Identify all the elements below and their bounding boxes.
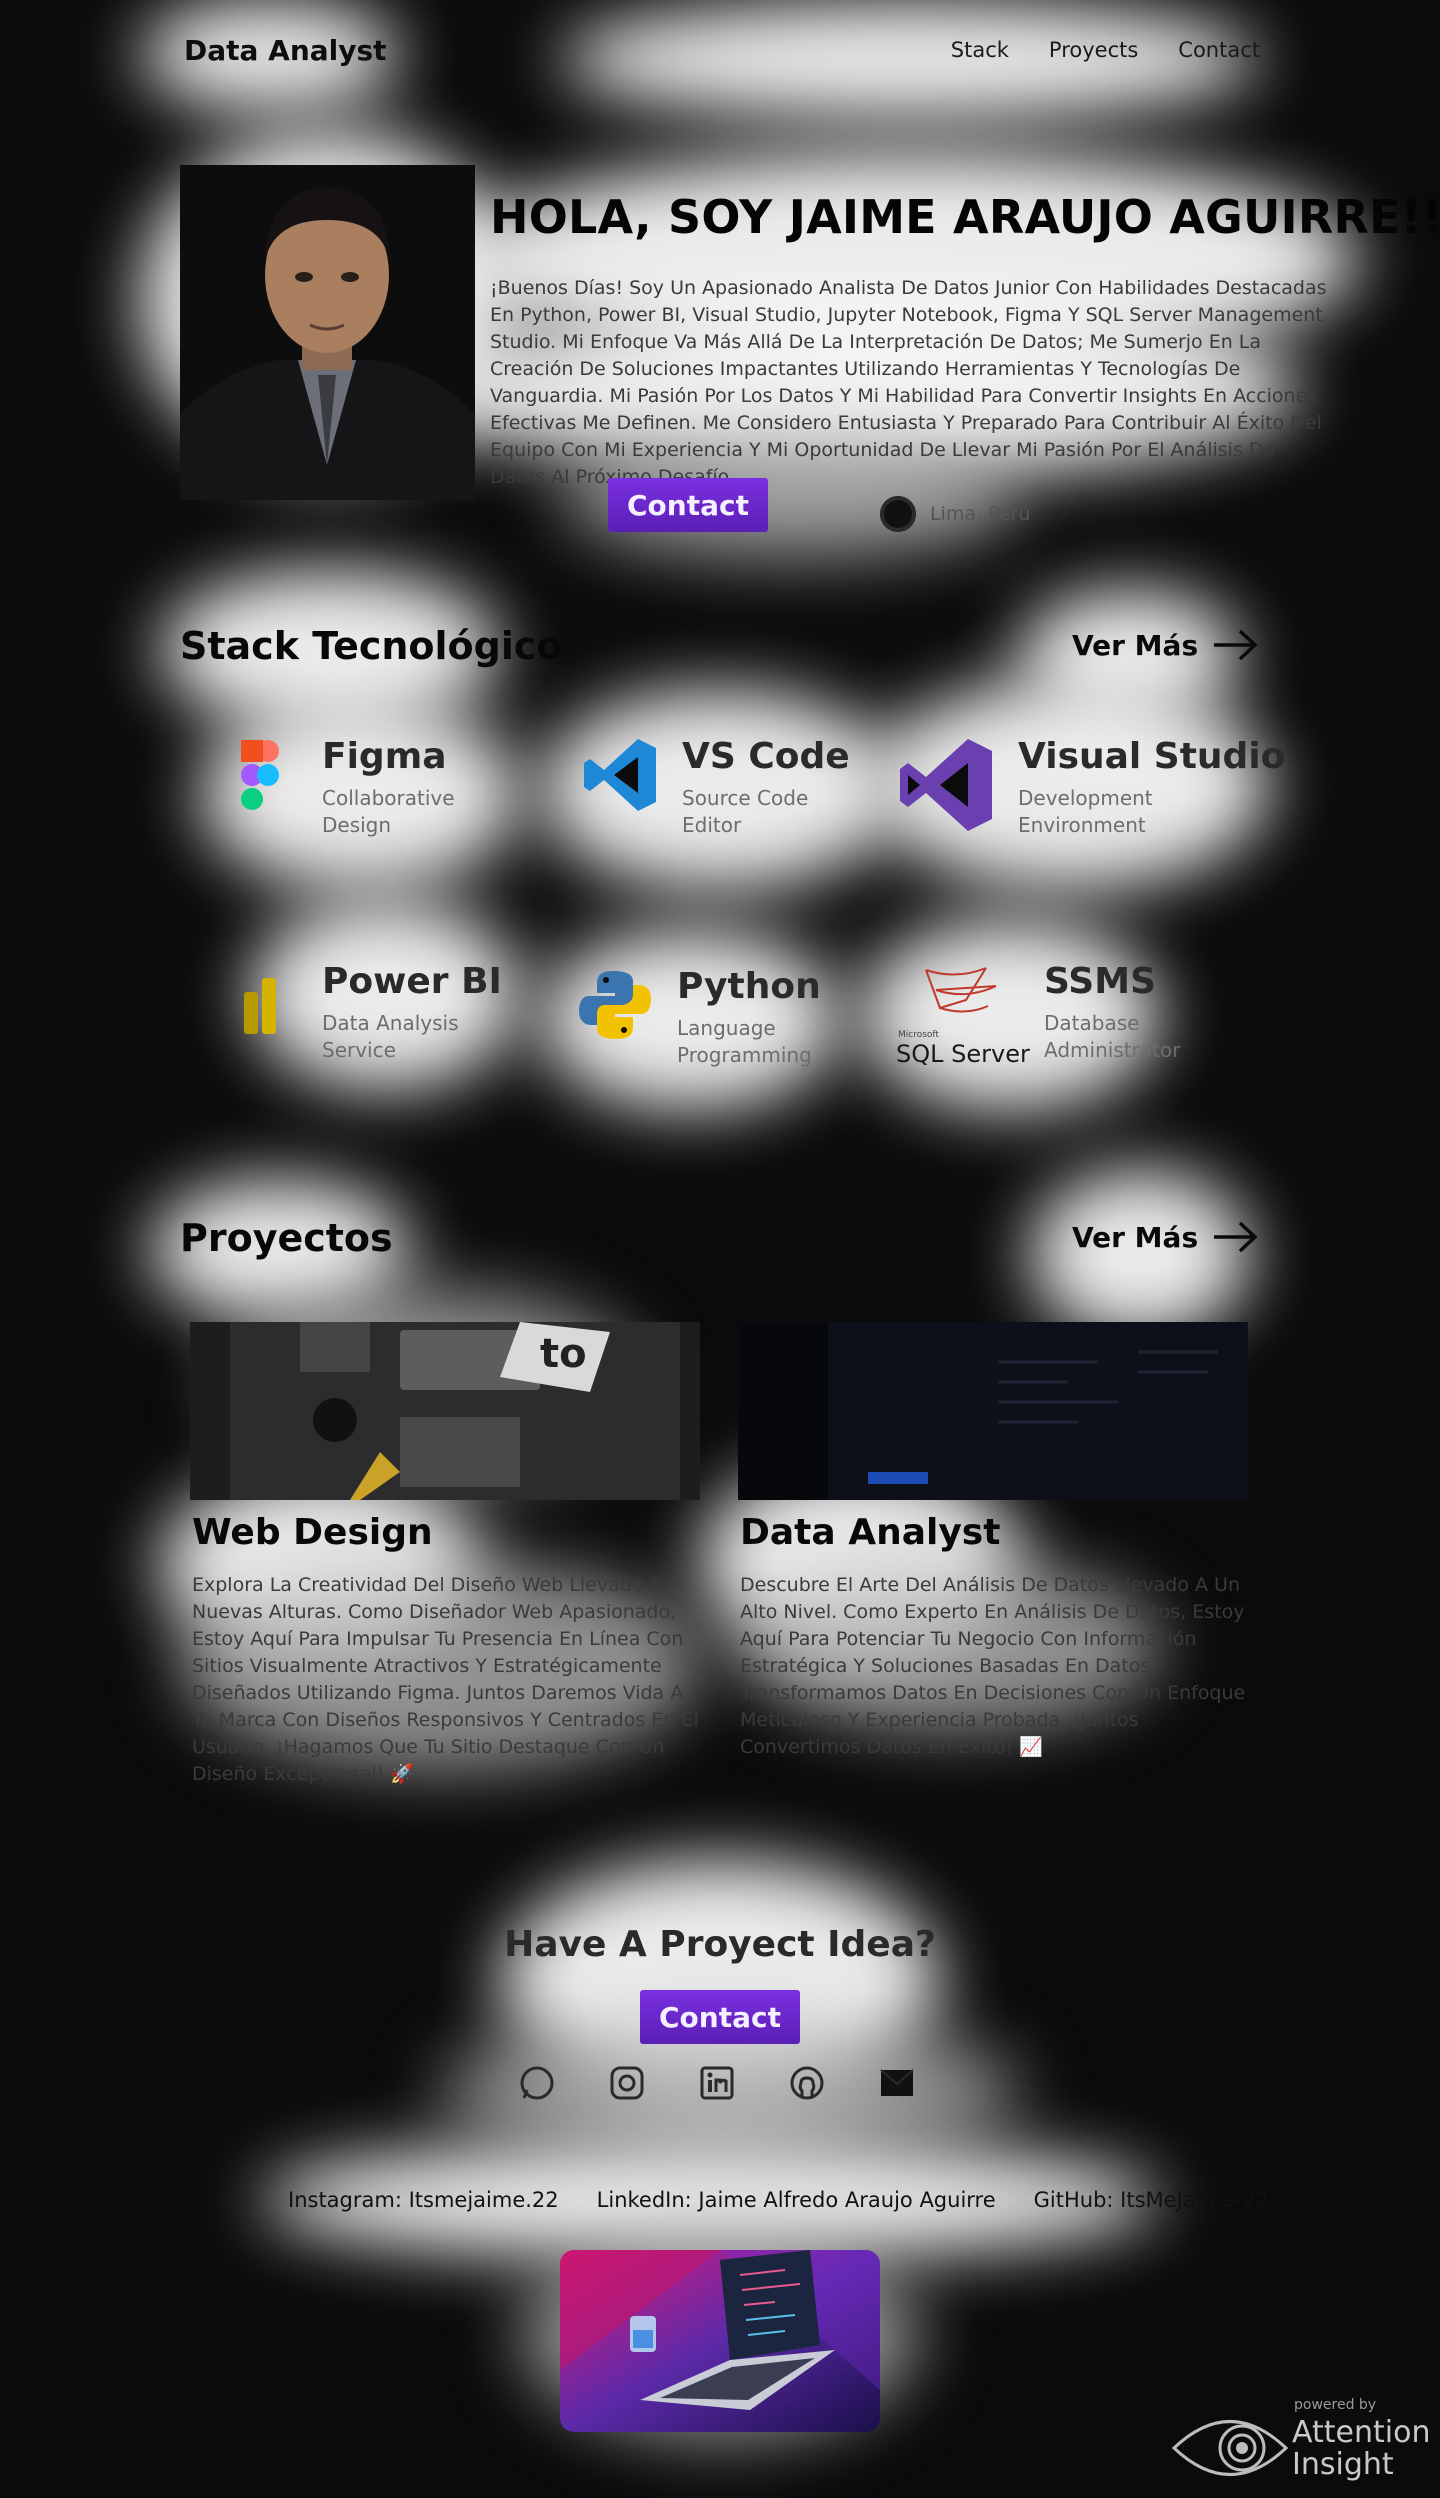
mail-icon[interactable] [878,2064,916,2102]
tech-card-ssms[interactable]: Microsoft SQL Server SSMS Database Admin… [896,960,1194,1070]
tech-name: Figma [322,736,447,777]
tech-card-figma[interactable]: Figma Collaborative Design [220,735,522,839]
nav-links: Stack Proyects Contact [951,38,1260,62]
arrow-right-icon [1214,1221,1258,1253]
projects-see-more-link[interactable]: Ver Más [1072,1220,1258,1254]
nav-link-proyects[interactable]: Proyects [1049,38,1138,62]
nav-link-stack[interactable]: Stack [951,38,1009,62]
footer-links: Instagram: Itsmejaime.22 LinkedIn: Jaime… [288,2188,1269,2212]
tech-name: Python [677,966,821,1007]
footer-link-github[interactable]: GitHub: ItsMeJaime-22 [1034,2188,1270,2212]
instagram-icon[interactable] [608,2064,646,2102]
stack-section-title: Stack Tecnológico [180,624,563,668]
social-icons [518,2064,916,2102]
sql-server-icon: Microsoft SQL Server [896,960,1030,1070]
tech-card-vscode[interactable]: VS Code Source Code Editor [580,735,850,839]
sql-server-logo-text: SQL Server [896,1040,1030,1068]
tech-desc: Collaborative Design [322,786,455,837]
project-title-web-design: Web Design [192,1512,433,1553]
tech-name: Power BI [322,961,502,1002]
hero-intro-text: ¡Buenos Días! Soy Un Apasionado Analista… [490,277,1327,488]
badge-powered-by: powered by [1294,2397,1377,2413]
hero-title: HOLA, SOY JAIME ARAUJO AGUIRRE!! [490,190,1440,244]
footer-laptop-illustration [560,2250,880,2432]
location: Lima, Perú [880,496,1030,532]
stack-see-more-label: Ver Más [1072,628,1199,662]
footer-link-linkedin[interactable]: LinkedIn: Jaime Alfredo Araujo Aguirre [597,2188,996,2212]
github-icon[interactable] [788,2064,826,2102]
tech-desc: Data Analysis Service [322,1011,459,1062]
projects-section-title: Proyectos [180,1216,393,1260]
badge-brand-line1: Attention [1292,2415,1431,2450]
cta-title: Have A Proyect Idea? [504,1924,936,1965]
tech-name: VS Code [682,736,850,777]
tech-card-power-bi[interactable]: Power BI Data Analysis Service [220,960,502,1064]
tech-name: SSMS [1044,961,1156,1002]
power-bi-icon [244,978,276,1034]
tech-desc: Database Administrator [1044,1011,1181,1062]
badge-brand: Attention Insight [1292,2417,1430,2481]
arrow-right-icon [1214,629,1258,661]
tech-card-visual-studio[interactable]: Visual Studio Development Environment [896,735,1285,839]
linkedin-icon[interactable] [698,2064,736,2102]
hero-contact-button[interactable]: Contact [608,478,768,532]
figma-icon [241,740,279,810]
tech-desc: Development Environment [1018,786,1153,837]
project-title-data-analyst: Data Analyst [740,1512,1001,1553]
whatsapp-icon[interactable] [518,2064,556,2102]
attention-insight-badge: powered by Attention Insight [1170,2393,1430,2493]
projects-see-more-label: Ver Más [1072,1220,1199,1254]
nav-brand[interactable]: Data Analyst [184,34,387,67]
sql-server-logo-small: Microsoft [898,1030,939,1040]
profile-photo [180,165,475,500]
project-text-data-analyst: Descubre El Arte Del Análisis De Datos L… [740,1574,1246,1758]
cta-contact-button[interactable]: Contact [640,1990,800,2044]
eye-logo-icon [1171,2420,1289,2476]
visual-studio-icon [900,739,992,831]
tech-name: Visual Studio [1018,736,1286,777]
tech-desc: Source Code Editor [682,786,809,837]
location-pin-icon [880,496,916,532]
badge-brand-line2: Insight [1292,2447,1394,2482]
data-analyst-project-image[interactable] [738,1322,1248,1500]
python-icon [579,971,651,1039]
web-design-project-image[interactable]: to [190,1322,700,1500]
location-text: Lima, Perú [930,503,1031,525]
footer-link-instagram[interactable]: Instagram: Itsmejaime.22 [288,2188,559,2212]
tech-card-python[interactable]: Python Language Programming [575,965,827,1069]
tech-desc: Language Programming [677,1016,812,1067]
vscode-icon [584,739,656,811]
nav-link-contact[interactable]: Contact [1178,38,1260,62]
stack-see-more-link[interactable]: Ver Más [1072,628,1258,662]
svg-text:to: to [540,1331,587,1377]
project-text-web-design: Explora La Creatividad Del Diseño Web Ll… [192,1574,699,1785]
